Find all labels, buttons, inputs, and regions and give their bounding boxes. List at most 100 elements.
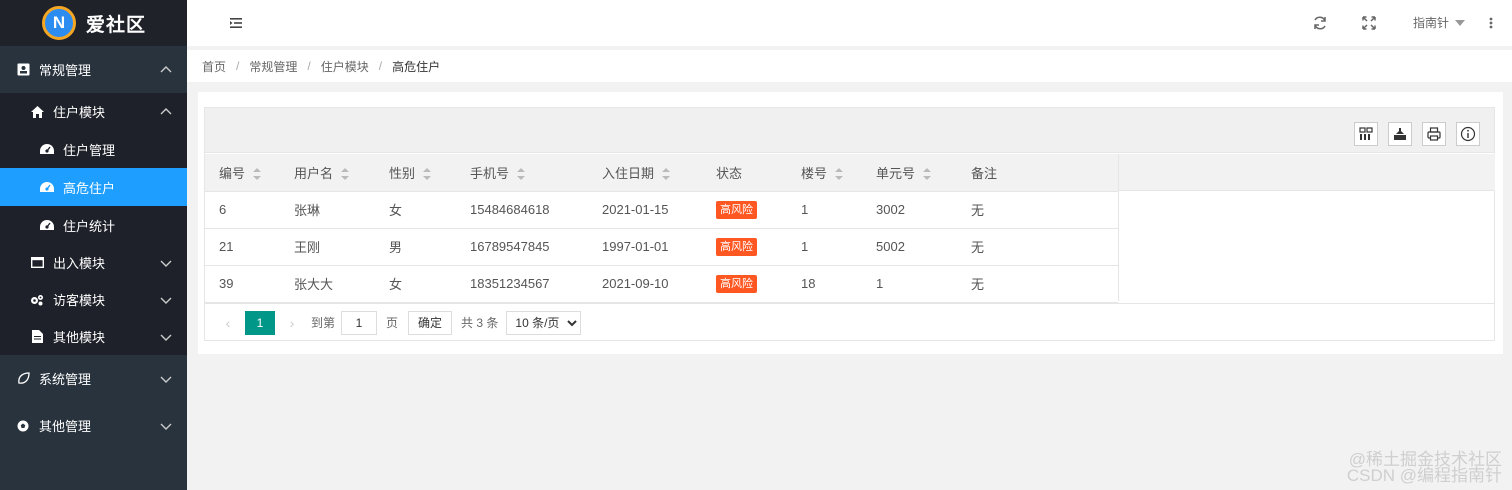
sidebar-group-label: 其他管理: [39, 419, 92, 434]
page-button-current[interactable]: 1: [245, 310, 275, 335]
column-header-username[interactable]: 用户名: [280, 154, 375, 192]
cell-username: 张大大: [280, 265, 375, 303]
print-icon: [1427, 127, 1441, 141]
export-button[interactable]: [1388, 122, 1412, 146]
sidebar-item-resident-manage[interactable]: 住户管理: [0, 130, 187, 168]
breadcrumb-item-current: 高危住户: [392, 59, 441, 74]
cell-gender: 男: [375, 228, 456, 266]
status-badge: 高风险: [716, 237, 757, 256]
next-page-icon[interactable]: ›: [279, 311, 305, 335]
column-header-id[interactable]: 编号: [205, 154, 280, 192]
cell-remark: 无: [957, 228, 1118, 266]
sidebar-group-other[interactable]: 其他管理: [0, 402, 187, 449]
column-header-phone[interactable]: 手机号: [456, 154, 588, 192]
sidebar-item-access-module[interactable]: 出入模块: [0, 244, 187, 281]
column-header-gender[interactable]: 性别: [375, 154, 456, 192]
column-label: 状态: [716, 165, 743, 181]
sidebar-group-system[interactable]: 系统管理: [0, 355, 187, 402]
cell-gender: 女: [375, 191, 456, 229]
column-header-checkin-date[interactable]: 入住日期: [588, 154, 702, 192]
breadcrumb-item-general[interactable]: 常规管理: [249, 58, 297, 75]
cell-checkin-date: 2021-09-10: [588, 265, 702, 303]
status-badge: 高风险: [716, 200, 757, 219]
chevron-down-icon: [159, 293, 173, 307]
breadcrumb-separator: /: [307, 59, 311, 73]
page-size-select[interactable]: 10 条/页: [506, 310, 582, 335]
info-button[interactable]: [1456, 122, 1480, 146]
breadcrumb-item-home[interactable]: 首页: [202, 58, 226, 75]
logo[interactable]: N 爱社区: [0, 0, 187, 46]
more-vertical-icon[interactable]: [1487, 15, 1495, 31]
sidebar-item-label: 其他模块: [53, 330, 106, 345]
sidebar-item-high-risk[interactable]: 高危住户: [0, 168, 187, 206]
watermark: @稀土掘金技术社区 CSDN @编程指南针: [1346, 451, 1502, 485]
sidebar: N 爱社区 常规管理 住户模块 住户管理 高危住户 住户统计 出入模块 访客模块…: [0, 0, 187, 490]
cell-unit: 1: [862, 265, 957, 303]
refresh-icon[interactable]: [1312, 15, 1328, 31]
sort-icon[interactable]: [662, 168, 671, 181]
sidebar-item-label: 住户统计: [63, 218, 116, 234]
sort-icon[interactable]: [923, 168, 932, 181]
column-label: 入住日期: [602, 165, 655, 181]
logo-icon: N: [42, 6, 76, 40]
user-name: 指南针: [1413, 16, 1450, 30]
sort-icon[interactable]: [423, 168, 432, 181]
table-header-filler: [1119, 154, 1495, 191]
app-title: 爱社区: [86, 14, 147, 36]
residents-table: 编号 用户名 性别 手机号 入住日期 状态 楼号 单元号 备注 6 张琳 女 1…: [205, 154, 1118, 303]
sidebar-item-label: 出入模块: [53, 256, 106, 271]
sort-icon[interactable]: [253, 168, 262, 181]
chevron-down-icon: [159, 419, 173, 433]
page-suffix-label: 页: [386, 316, 399, 330]
print-button[interactable]: [1422, 122, 1446, 146]
cell-building: 1: [787, 228, 862, 266]
goto-page-input[interactable]: [341, 310, 378, 335]
sidebar-item-resident-stats[interactable]: 住户统计: [0, 206, 187, 244]
column-label: 单元号: [876, 165, 916, 181]
menu-toggle-icon[interactable]: [228, 15, 244, 31]
columns-filter-button[interactable]: [1354, 122, 1378, 146]
prev-page-icon[interactable]: ‹: [215, 311, 241, 335]
column-header-remark: 备注: [957, 154, 1118, 192]
cell-id: 21: [205, 228, 280, 266]
column-header-building[interactable]: 楼号: [787, 154, 862, 192]
gears-icon: [30, 293, 44, 307]
sidebar-item-visitor-module[interactable]: 访客模块: [0, 281, 187, 318]
breadcrumb-item-resident[interactable]: 住户模块: [321, 58, 369, 75]
sidebar-group-label: 常规管理: [39, 63, 92, 78]
table-divider: [1118, 154, 1119, 301]
confirm-goto-button[interactable]: 确定: [408, 310, 453, 335]
column-label: 性别: [389, 165, 416, 181]
data-table-container: 编号 用户名 性别 手机号 入住日期 状态 楼号 单元号 备注 6 张琳 女 1…: [204, 107, 1495, 341]
window-icon: [30, 256, 44, 270]
sidebar-item-resident-module[interactable]: 住户模块: [0, 93, 187, 130]
chevron-down-icon: [159, 330, 173, 344]
table-row[interactable]: 39 张大大 女 18351234567 2021-09-10 高风险 18 1…: [205, 265, 1118, 303]
cell-remark: 无: [957, 191, 1118, 229]
table-row[interactable]: 6 张琳 女 15484684618 2021-01-15 高风险 1 3002…: [205, 191, 1118, 229]
cell-status: 高风险: [702, 228, 787, 266]
column-header-unit[interactable]: 单元号: [862, 154, 957, 192]
cell-username: 张琳: [280, 191, 375, 229]
status-badge: 高风险: [716, 274, 757, 293]
contact-card-icon: [16, 63, 30, 77]
cell-phone: 16789547845: [456, 228, 588, 266]
watermark-line: CSDN @编程指南针: [1346, 466, 1502, 485]
cell-id: 39: [205, 265, 280, 303]
fullscreen-icon[interactable]: [1361, 15, 1377, 31]
chevron-up-icon: [159, 105, 173, 119]
sidebar-item-other-module[interactable]: 其他模块: [0, 318, 187, 355]
cell-checkin-date: 2021-01-15: [588, 191, 702, 229]
cell-id: 6: [205, 191, 280, 229]
column-label: 手机号: [470, 165, 510, 181]
user-menu[interactable]: 指南针: [1413, 14, 1466, 31]
sort-icon[interactable]: [341, 168, 350, 181]
sort-icon[interactable]: [835, 168, 844, 181]
cell-checkin-date: 1997-01-01: [588, 228, 702, 266]
sort-icon[interactable]: [517, 168, 526, 181]
cell-remark: 无: [957, 265, 1118, 303]
cell-username: 王刚: [280, 228, 375, 266]
table-row[interactable]: 21 王刚 男 16789547845 1997-01-01 高风险 1 500…: [205, 228, 1118, 266]
breadcrumb-separator: /: [236, 59, 240, 73]
sidebar-group-general[interactable]: 常规管理: [0, 46, 187, 93]
